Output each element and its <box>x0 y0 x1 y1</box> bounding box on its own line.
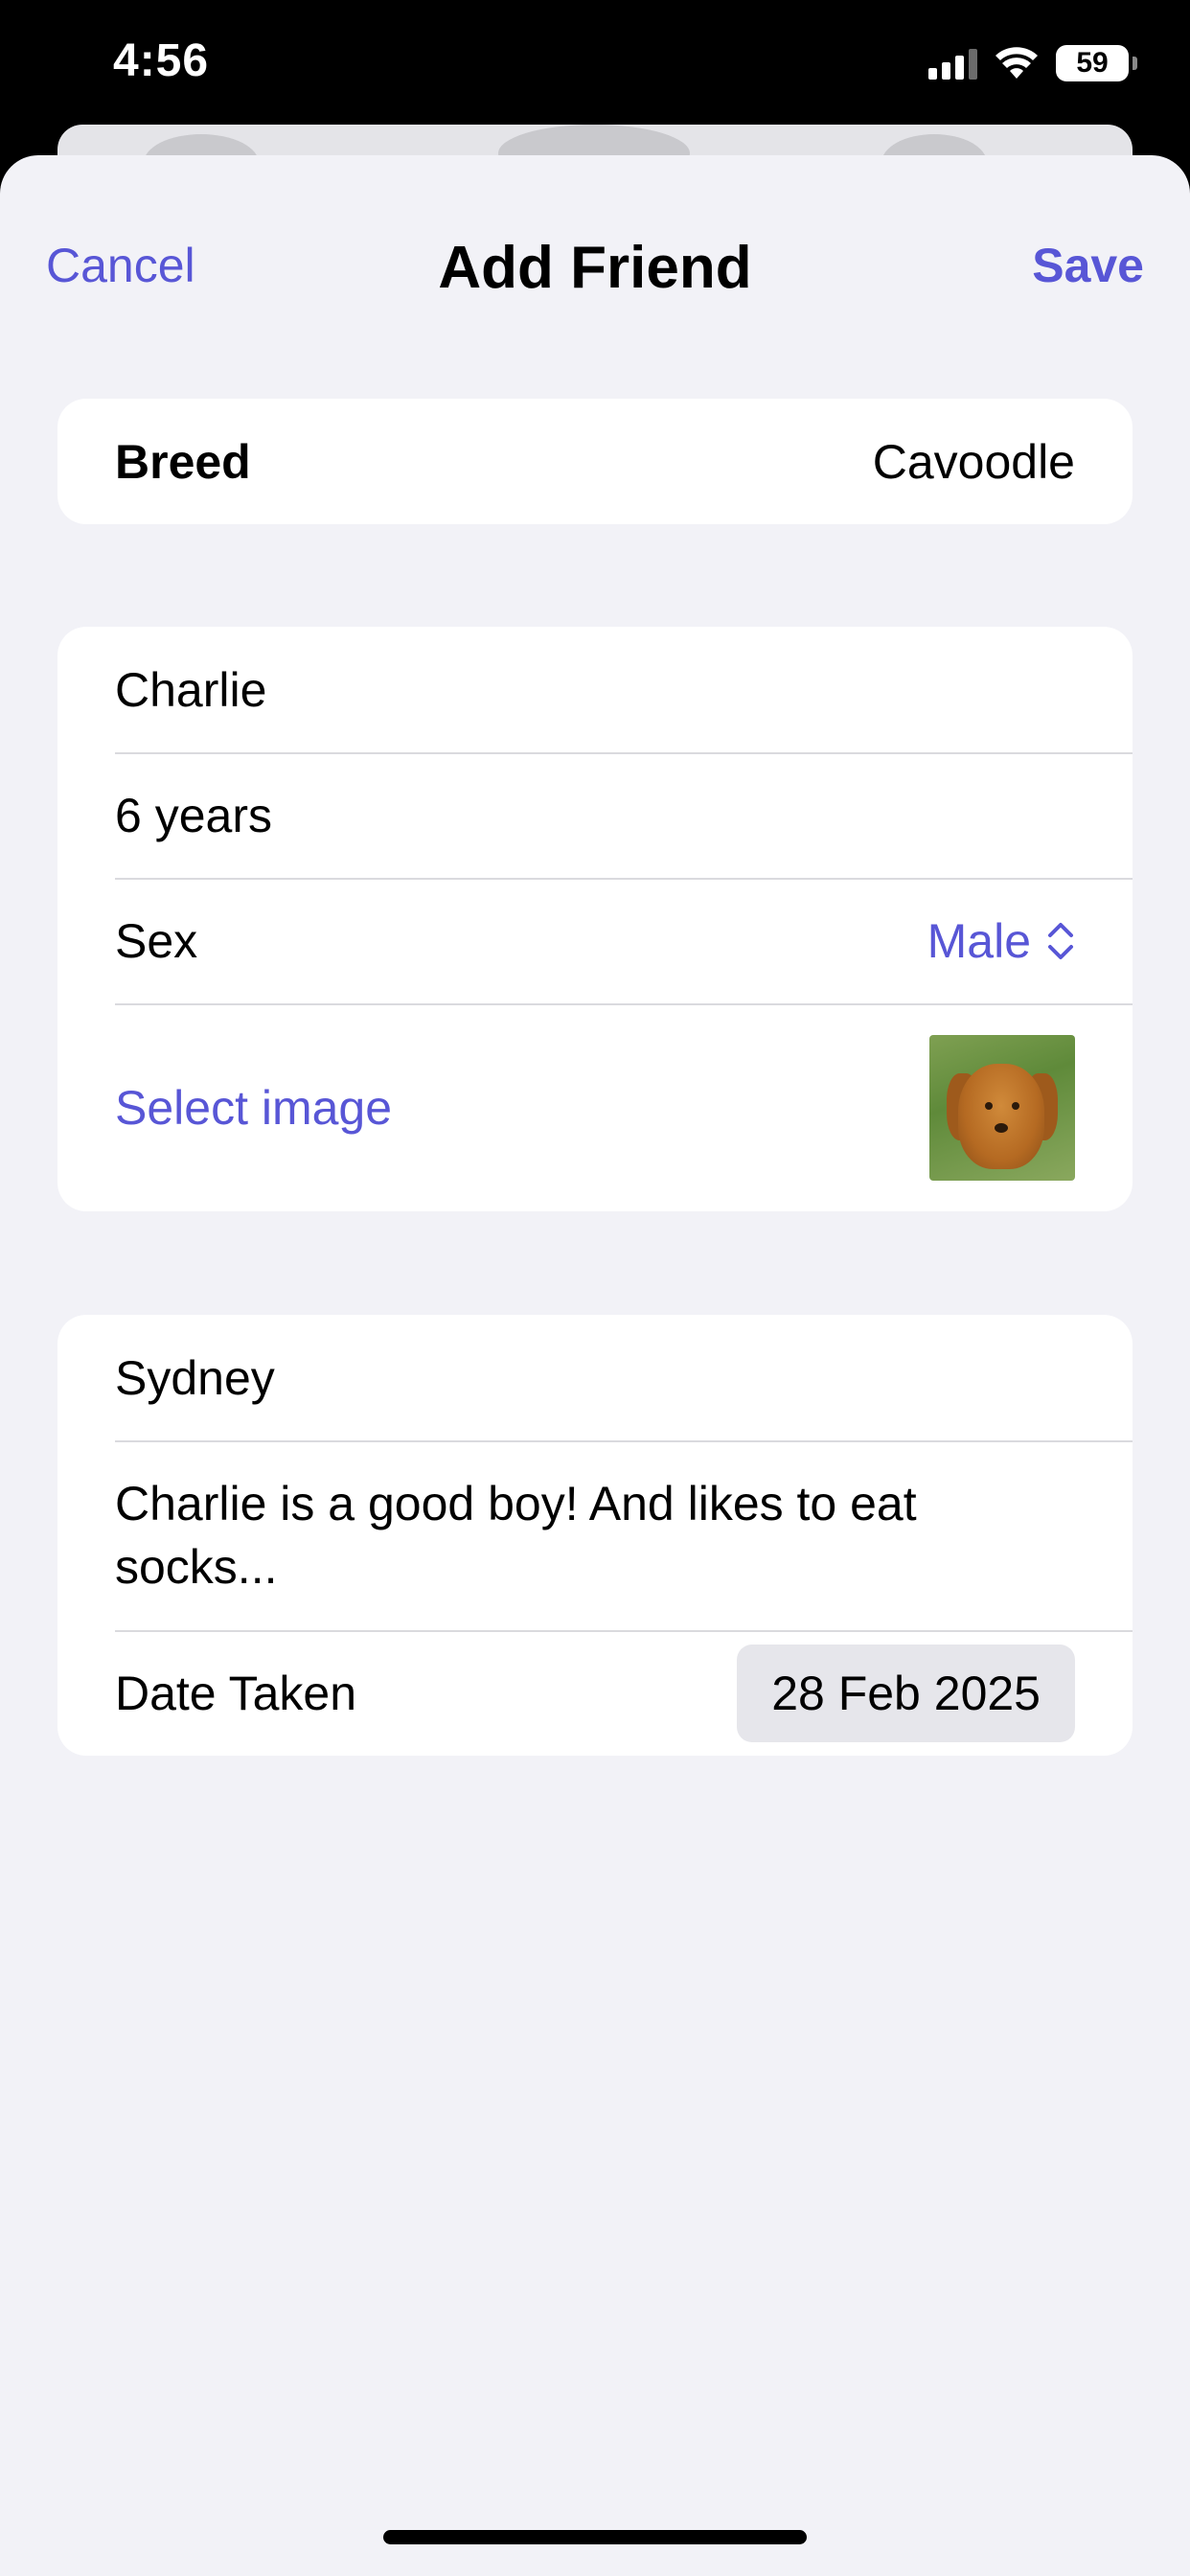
status-time: 4:56 <box>113 35 210 86</box>
age-value: 6 years <box>115 788 272 842</box>
date-taken-row: Date Taken 28 Feb 2025 <box>57 1630 1133 1756</box>
sex-label: Sex <box>115 913 198 968</box>
details-group: Charlie 6 years Sex Male Select image <box>57 627 1133 1211</box>
name-field[interactable]: Charlie <box>57 627 1133 752</box>
save-button[interactable]: Save <box>1032 238 1144 293</box>
wifi-icon <box>995 47 1038 79</box>
select-image-button[interactable]: Select image <box>115 1080 929 1136</box>
status-icons: 59 <box>928 42 1137 84</box>
location-value: Sydney <box>115 1350 275 1405</box>
sex-value: Male <box>927 913 1031 968</box>
navigation-bar: Cancel Add Friend Save <box>0 155 1190 385</box>
select-image-row: Select image <box>57 1003 1133 1211</box>
home-indicator[interactable] <box>383 2530 807 2544</box>
battery-icon: 59 <box>1056 45 1137 81</box>
photo-info-group: Sydney Charlie is a good boy! And likes … <box>57 1315 1133 1756</box>
signal-icon <box>928 47 977 80</box>
breed-row[interactable]: Breed Cavoodle <box>57 399 1133 524</box>
location-field[interactable]: Sydney <box>57 1315 1133 1440</box>
sex-picker[interactable]: Male <box>927 913 1075 969</box>
name-value: Charlie <box>115 662 267 717</box>
notes-value: Charlie is a good boy! And likes to eat … <box>115 1477 917 1594</box>
dog-photo-thumbnail <box>929 1034 1075 1181</box>
breed-label: Breed <box>115 434 251 489</box>
date-taken-label: Date Taken <box>115 1666 357 1720</box>
screen: 4:56 59 Cancel Add Friend Save Breed Cav… <box>0 0 1190 2576</box>
add-friend-sheet: Cancel Add Friend Save Breed Cavoodle Ch… <box>0 155 1190 2576</box>
battery-level: 59 <box>1076 47 1109 79</box>
status-bar: 4:56 59 <box>0 0 1190 125</box>
page-title: Add Friend <box>438 235 752 301</box>
breed-group: Breed Cavoodle <box>57 399 1133 524</box>
age-field[interactable]: 6 years <box>57 752 1133 878</box>
notes-field[interactable]: Charlie is a good boy! And likes to eat … <box>57 1440 1133 1630</box>
chevron-up-down-icon <box>1046 920 1075 962</box>
sex-row: Sex Male <box>57 878 1133 1003</box>
breed-value: Cavoodle <box>872 434 1075 489</box>
date-picker-button[interactable]: 28 Feb 2025 <box>737 1644 1075 1742</box>
